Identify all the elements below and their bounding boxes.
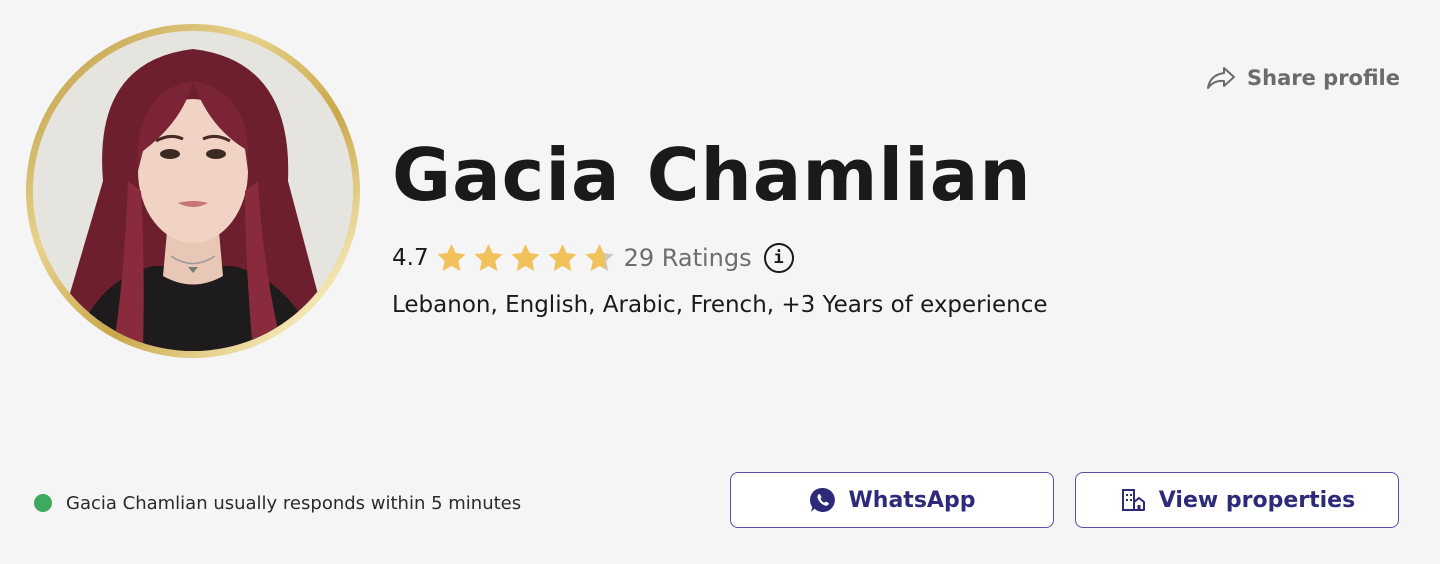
whatsapp-button[interactable]: WhatsApp (730, 472, 1054, 528)
online-status-dot (34, 494, 52, 512)
rating-value: 4.7 (392, 245, 429, 271)
rating-row: 4.7 29 Ratings i (392, 240, 794, 276)
response-time: Gacia Chamlian usually responds within 5… (34, 490, 521, 516)
avatar (33, 31, 353, 351)
response-time-text: Gacia Chamlian usually responds within 5… (66, 492, 522, 514)
star-icon (474, 244, 503, 271)
ratings-count: 29 Ratings (623, 244, 752, 272)
whatsapp-label: WhatsApp (848, 487, 976, 513)
view-properties-label: View properties (1158, 487, 1356, 513)
building-icon (1121, 489, 1145, 511)
avatar-photo (33, 31, 353, 351)
agent-name: Gacia Chamlian (392, 133, 1032, 217)
star-icon (548, 244, 577, 271)
share-profile-label: Share profile (1247, 66, 1400, 90)
info-icon[interactable]: i (763, 243, 794, 273)
star-rating (435, 242, 616, 274)
agent-details: Lebanon, English, Arabic, French, +3 Yea… (392, 292, 1048, 318)
view-properties-button[interactable]: View properties (1075, 472, 1399, 528)
star-icon (437, 244, 466, 271)
star-icon (511, 244, 540, 271)
whatsapp-icon (809, 487, 835, 512)
share-arrow-icon (1207, 67, 1236, 89)
share-profile-button[interactable]: Share profile (1205, 62, 1400, 94)
star-icon (585, 244, 614, 271)
